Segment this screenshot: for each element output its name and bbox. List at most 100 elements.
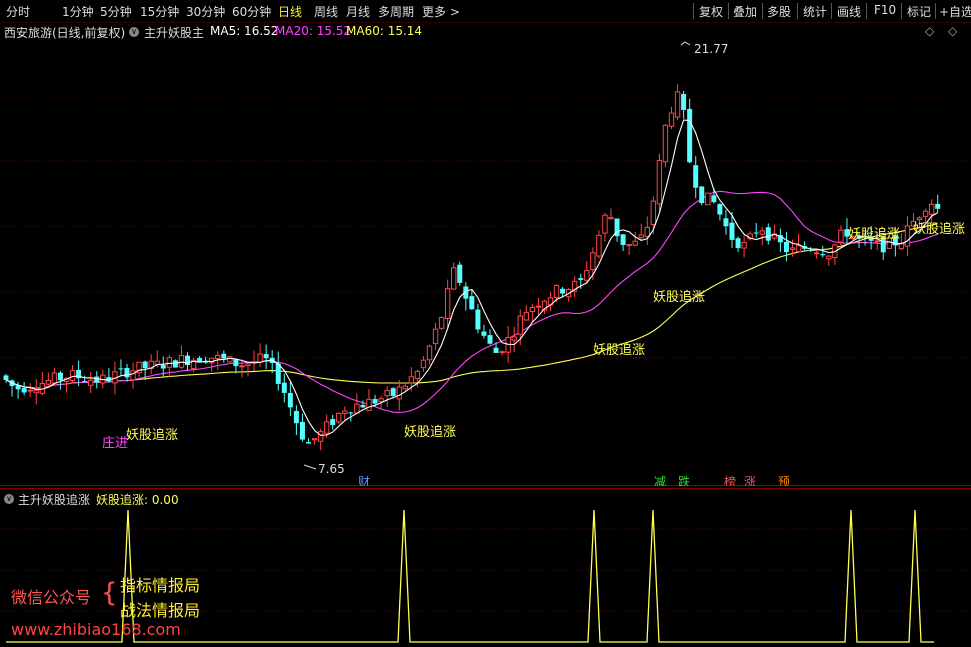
candle-body-up xyxy=(789,247,796,250)
candle-body-up xyxy=(511,336,517,341)
high-price-label: 21.77 xyxy=(694,42,728,56)
candle-body-down xyxy=(820,254,826,256)
period-tab-multi[interactable]: 多周期 xyxy=(378,3,414,20)
candle-body-up xyxy=(638,234,644,238)
candle-body-up xyxy=(384,390,390,397)
chevron-down-icon[interactable]: ∨ xyxy=(129,27,139,37)
candle-body-up xyxy=(608,217,614,220)
candle-body-down xyxy=(729,222,735,240)
candle-body-down xyxy=(469,296,475,310)
signal-label: 妖股追涨 xyxy=(404,424,456,440)
candle-body-down xyxy=(3,375,9,380)
candle-body-up xyxy=(33,389,39,394)
stock-title: 西安旅游(日线,前复权) xyxy=(4,26,126,40)
ma20-label: MA20: 15.52 xyxy=(275,24,352,38)
candle-body-down xyxy=(221,353,227,359)
candle-body-down xyxy=(142,361,148,369)
candle-body-up xyxy=(517,315,523,335)
candlestick-chart[interactable]: 21.777.65妖股追涨 妖股追涨妖股追涨妖股追涨妖股追涨 妖股追涨庄进财减跌榜涨… xyxy=(0,40,971,486)
adjust-button[interactable]: 复权 xyxy=(699,3,723,20)
candle-body-up xyxy=(227,356,233,363)
candle-body-up xyxy=(432,328,439,345)
candle-body-down xyxy=(185,355,190,365)
candle-body-down xyxy=(287,392,293,408)
watermark-line2: 战法情报局 xyxy=(120,601,201,620)
event-marker: 减 xyxy=(654,475,666,486)
candle-body-down xyxy=(699,186,705,204)
candle-body-up xyxy=(602,214,608,234)
candle-body-up xyxy=(904,225,911,247)
diamond-icon[interactable]: ◇ xyxy=(925,24,934,38)
candle-body-up xyxy=(928,203,935,215)
candle-body-down xyxy=(160,365,166,369)
candle-body-down xyxy=(620,234,626,245)
period-tab-1min[interactable]: 1分钟 xyxy=(62,3,94,20)
candle-body-up xyxy=(69,370,76,381)
candle-body-down xyxy=(711,195,717,203)
candle-body-down xyxy=(457,264,463,283)
candle-body-down xyxy=(82,381,88,383)
candle-body-up xyxy=(378,398,384,403)
candle-body-up xyxy=(178,355,185,368)
candle-body-up xyxy=(323,421,330,434)
period-tab-monthly[interactable]: 月线 xyxy=(346,3,370,20)
candle-body-up xyxy=(705,192,711,206)
period-tab-5min[interactable]: 5分钟 xyxy=(100,3,132,20)
candle-body-up xyxy=(656,160,663,205)
candle-body-down xyxy=(372,399,378,404)
candle-body-up xyxy=(535,305,542,308)
period-tab-15min[interactable]: 15分钟 xyxy=(140,3,179,20)
low-price-arrow xyxy=(303,464,317,470)
candle-body-down xyxy=(723,218,729,227)
candle-body-down xyxy=(172,360,178,368)
candle-body-down xyxy=(281,382,287,393)
candle-body-down xyxy=(935,203,941,209)
candle-body-up xyxy=(342,410,348,414)
overlay-button[interactable]: 叠加 xyxy=(733,3,757,20)
period-toolbar: 分时 1分钟 5分钟 15分钟 30分钟 60分钟 日线 周线 月线 多周期 更… xyxy=(0,0,971,23)
candle-body-up xyxy=(553,284,560,299)
candle-body-up xyxy=(596,234,602,257)
candle-body-up xyxy=(130,370,136,381)
candle-body-up xyxy=(584,269,590,281)
period-tab-daily[interactable]: 日线 xyxy=(278,3,302,20)
candle-body-up xyxy=(438,317,445,329)
mark-button[interactable]: 标记 xyxy=(907,3,931,20)
candle-body-up xyxy=(215,354,221,360)
multi-stock-button[interactable]: 多股 xyxy=(767,3,791,20)
indicator-name: 主升妖股主 xyxy=(144,26,205,40)
candle-body-down xyxy=(390,388,396,396)
draw-line-button[interactable]: 画线 xyxy=(837,3,861,20)
candle-body-up xyxy=(27,389,33,392)
candle-body-up xyxy=(88,379,94,386)
candle-body-down xyxy=(717,204,723,215)
chart-info-bar: 西安旅游(日线,前复权) ∨ 主升妖股主 MA5: 16.52 MA20: 15… xyxy=(0,22,971,40)
signal-label: 妖股追涨 xyxy=(913,221,965,237)
candle-body-up xyxy=(51,372,58,384)
event-marker: 涨 xyxy=(744,474,756,486)
candle-body-down xyxy=(560,288,566,294)
candle-body-up xyxy=(154,360,160,365)
ma60-label: MA60: 15.14 xyxy=(346,24,423,38)
candle-body-up xyxy=(420,359,427,369)
event-marker: 预 xyxy=(778,475,790,486)
period-tab-30min[interactable]: 30分钟 xyxy=(186,3,225,20)
candle-body-down xyxy=(299,421,305,440)
period-tab-weekly[interactable]: 周线 xyxy=(314,3,338,20)
period-tab-more[interactable]: 更多 > xyxy=(422,3,460,20)
period-tab-60min[interactable]: 60分钟 xyxy=(232,3,271,20)
watermark-url: www.zhibiao168.com xyxy=(11,620,181,639)
candle-body-down xyxy=(693,165,699,188)
event-marker: 榜 xyxy=(724,474,736,486)
add-watchlist-button[interactable]: +自选 xyxy=(939,3,971,20)
signal-label: 妖股追涨 xyxy=(126,427,178,443)
candle-body-up xyxy=(529,306,536,313)
settings-diamond-icon[interactable]: ◇ xyxy=(948,24,957,38)
f10-button[interactable]: F10 xyxy=(874,3,896,17)
candle-body-up xyxy=(668,112,675,127)
candle-body-down xyxy=(493,347,499,353)
period-tab-timeshare[interactable]: 分时 xyxy=(6,3,30,20)
candle-body-down xyxy=(306,441,311,444)
statistics-button[interactable]: 统计 xyxy=(803,3,827,20)
candle-body-down xyxy=(687,108,693,163)
